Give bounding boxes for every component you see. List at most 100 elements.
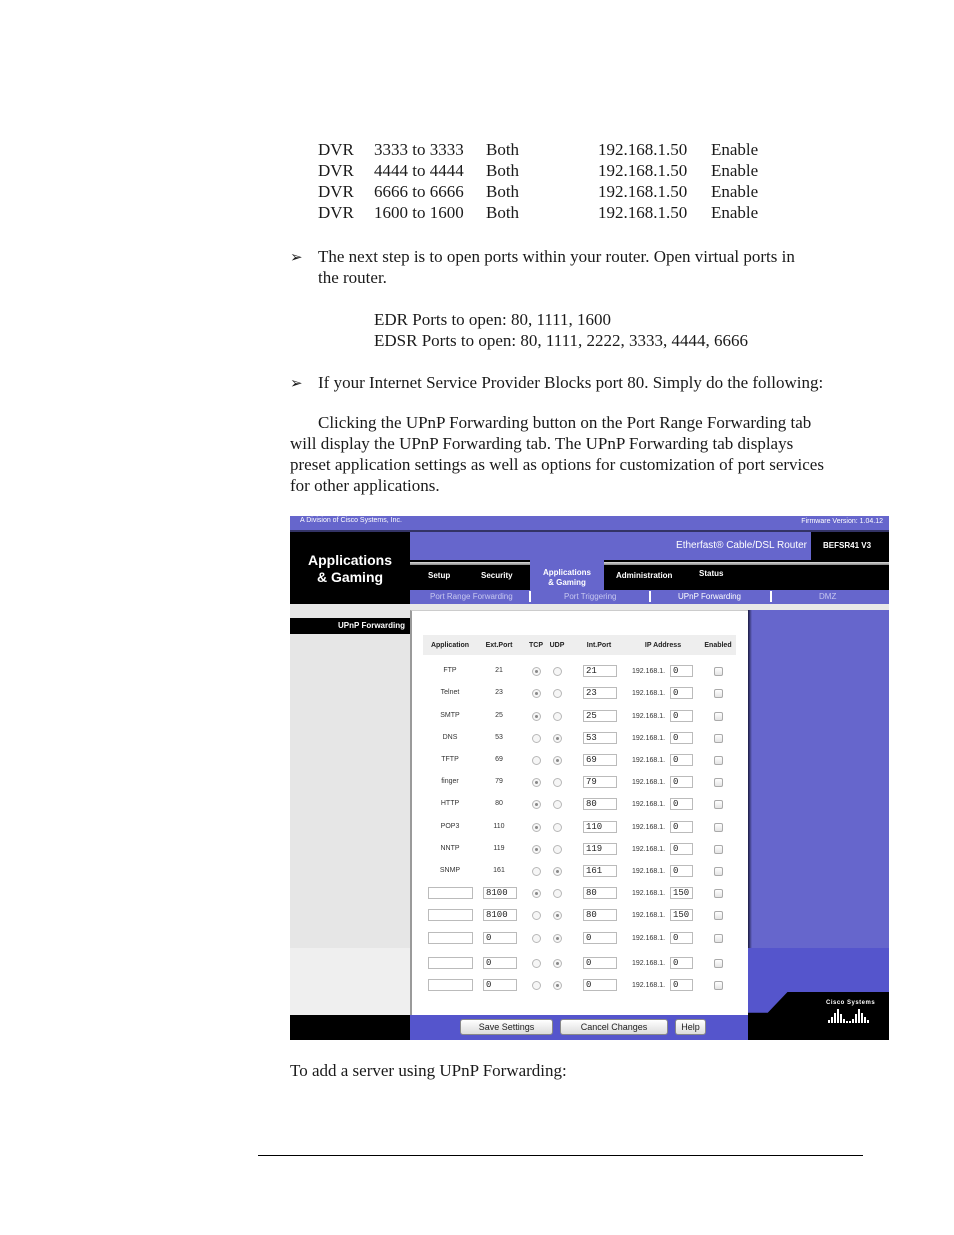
udp-radio[interactable] bbox=[553, 734, 562, 743]
ip-last-octet-input[interactable]: 0 bbox=[670, 665, 693, 677]
tcp-radio[interactable] bbox=[532, 981, 541, 990]
enabled-checkbox[interactable] bbox=[714, 959, 723, 968]
int-port-input[interactable]: 79 bbox=[583, 776, 617, 788]
ip-last-octet-input[interactable]: 0 bbox=[670, 776, 693, 788]
udp-radio[interactable] bbox=[553, 889, 562, 898]
enabled-checkbox[interactable] bbox=[714, 756, 723, 765]
enabled-checkbox[interactable] bbox=[714, 667, 723, 676]
application-input[interactable] bbox=[428, 957, 473, 969]
application-input[interactable] bbox=[428, 979, 473, 991]
udp-radio[interactable] bbox=[553, 689, 562, 698]
int-port-input[interactable]: 119 bbox=[583, 843, 617, 855]
tcp-radio[interactable] bbox=[532, 823, 541, 832]
int-port-input[interactable]: 110 bbox=[583, 821, 617, 833]
col-udp: UDP bbox=[549, 642, 565, 649]
subtab-port-triggering[interactable]: Port Triggering bbox=[564, 592, 616, 601]
tcp-radio[interactable] bbox=[532, 756, 541, 765]
left-label-text: UPnP Forwarding bbox=[338, 621, 405, 630]
enabled-checkbox[interactable] bbox=[714, 778, 723, 787]
tcp-radio[interactable] bbox=[532, 800, 541, 809]
int-port-input[interactable]: 80 bbox=[583, 909, 617, 921]
application-input[interactable] bbox=[428, 909, 473, 921]
udp-radio[interactable] bbox=[553, 823, 562, 832]
subtab-dmz[interactable]: DMZ bbox=[819, 592, 836, 601]
help-button[interactable]: Help bbox=[675, 1019, 706, 1035]
udp-radio[interactable] bbox=[553, 712, 562, 721]
ip-last-octet-input[interactable]: 0 bbox=[670, 979, 693, 991]
enabled-checkbox[interactable] bbox=[714, 712, 723, 721]
cancel-changes-button[interactable]: Cancel Changes bbox=[560, 1019, 668, 1035]
enabled-checkbox[interactable] bbox=[714, 934, 723, 943]
int-port-input[interactable]: 69 bbox=[583, 754, 617, 766]
int-port-input[interactable]: 53 bbox=[583, 732, 617, 744]
ext-port-input[interactable]: 8100 bbox=[483, 909, 517, 921]
ip-last-octet-input[interactable]: 0 bbox=[670, 843, 693, 855]
tab-security[interactable]: Security bbox=[481, 571, 513, 580]
tcp-radio[interactable] bbox=[532, 959, 541, 968]
udp-radio[interactable] bbox=[553, 667, 562, 676]
application-input[interactable] bbox=[428, 887, 473, 899]
int-port-input[interactable]: 0 bbox=[583, 957, 617, 969]
udp-radio[interactable] bbox=[553, 911, 562, 920]
ip-last-octet-input[interactable]: 0 bbox=[670, 754, 693, 766]
enabled-checkbox[interactable] bbox=[714, 734, 723, 743]
ip-last-octet-input[interactable]: 0 bbox=[670, 798, 693, 810]
ip-last-octet-input[interactable]: 0 bbox=[670, 821, 693, 833]
udp-radio[interactable] bbox=[553, 959, 562, 968]
ip-last-octet-input[interactable]: 0 bbox=[670, 710, 693, 722]
ip-last-octet-input[interactable]: 150 bbox=[670, 909, 693, 921]
enabled-checkbox[interactable] bbox=[714, 823, 723, 832]
ext-port-input[interactable]: 0 bbox=[483, 932, 517, 944]
int-port-input[interactable]: 23 bbox=[583, 687, 617, 699]
application-input[interactable] bbox=[428, 932, 473, 944]
tcp-radio[interactable] bbox=[532, 778, 541, 787]
ext-port-input[interactable]: 0 bbox=[483, 979, 517, 991]
subtab-port-range-forwarding[interactable]: Port Range Forwarding bbox=[430, 592, 513, 601]
udp-radio[interactable] bbox=[553, 800, 562, 809]
tab-status[interactable]: Status bbox=[699, 569, 723, 578]
int-port-input[interactable]: 161 bbox=[583, 865, 617, 877]
subtab-upnp-forwarding[interactable]: UPnP Forwarding bbox=[678, 592, 741, 601]
int-port-input[interactable]: 21 bbox=[583, 665, 617, 677]
udp-radio[interactable] bbox=[553, 981, 562, 990]
enabled-checkbox[interactable] bbox=[714, 889, 723, 898]
ip-last-octet-input[interactable]: 0 bbox=[670, 865, 693, 877]
tcp-radio[interactable] bbox=[532, 934, 541, 943]
tcp-radio[interactable] bbox=[532, 889, 541, 898]
ip-last-octet-input[interactable]: 0 bbox=[670, 732, 693, 744]
ip-last-octet-input[interactable]: 0 bbox=[670, 687, 693, 699]
enabled-checkbox[interactable] bbox=[714, 981, 723, 990]
udp-radio[interactable] bbox=[553, 778, 562, 787]
tcp-radio[interactable] bbox=[532, 845, 541, 854]
tcp-radio[interactable] bbox=[532, 867, 541, 876]
ip-last-octet-input[interactable]: 0 bbox=[670, 957, 693, 969]
udp-radio[interactable] bbox=[553, 867, 562, 876]
enabled-checkbox[interactable] bbox=[714, 911, 723, 920]
udp-radio[interactable] bbox=[553, 756, 562, 765]
udp-radio[interactable] bbox=[553, 934, 562, 943]
tcp-radio[interactable] bbox=[532, 712, 541, 721]
int-port-input[interactable]: 25 bbox=[583, 710, 617, 722]
enabled-checkbox[interactable] bbox=[714, 800, 723, 809]
int-port-input[interactable]: 0 bbox=[583, 979, 617, 991]
ext-port-input[interactable]: 8100 bbox=[483, 887, 517, 899]
tab-administration[interactable]: Administration bbox=[616, 571, 672, 580]
int-port-input[interactable]: 80 bbox=[583, 887, 617, 899]
udp-radio[interactable] bbox=[553, 845, 562, 854]
tab-setup[interactable]: Setup bbox=[428, 571, 450, 580]
tcp-radio[interactable] bbox=[532, 734, 541, 743]
enabled-checkbox[interactable] bbox=[714, 845, 723, 854]
ext-port-input[interactable]: 0 bbox=[483, 957, 517, 969]
enabled-checkbox[interactable] bbox=[714, 689, 723, 698]
int-port-input[interactable]: 0 bbox=[583, 932, 617, 944]
tcp-radio[interactable] bbox=[532, 911, 541, 920]
ip-last-octet-input[interactable]: 150 bbox=[670, 887, 693, 899]
ip-last-octet-input[interactable]: 0 bbox=[670, 932, 693, 944]
tcp-radio[interactable] bbox=[532, 689, 541, 698]
ip-prefix: 192.168.1. bbox=[632, 935, 666, 942]
save-settings-button[interactable]: Save Settings bbox=[460, 1019, 553, 1035]
enabled-checkbox[interactable] bbox=[714, 867, 723, 876]
tcp-radio[interactable] bbox=[532, 667, 541, 676]
tab-applications-gaming[interactable]: Applications & Gaming bbox=[530, 560, 604, 590]
int-port-input[interactable]: 80 bbox=[583, 798, 617, 810]
